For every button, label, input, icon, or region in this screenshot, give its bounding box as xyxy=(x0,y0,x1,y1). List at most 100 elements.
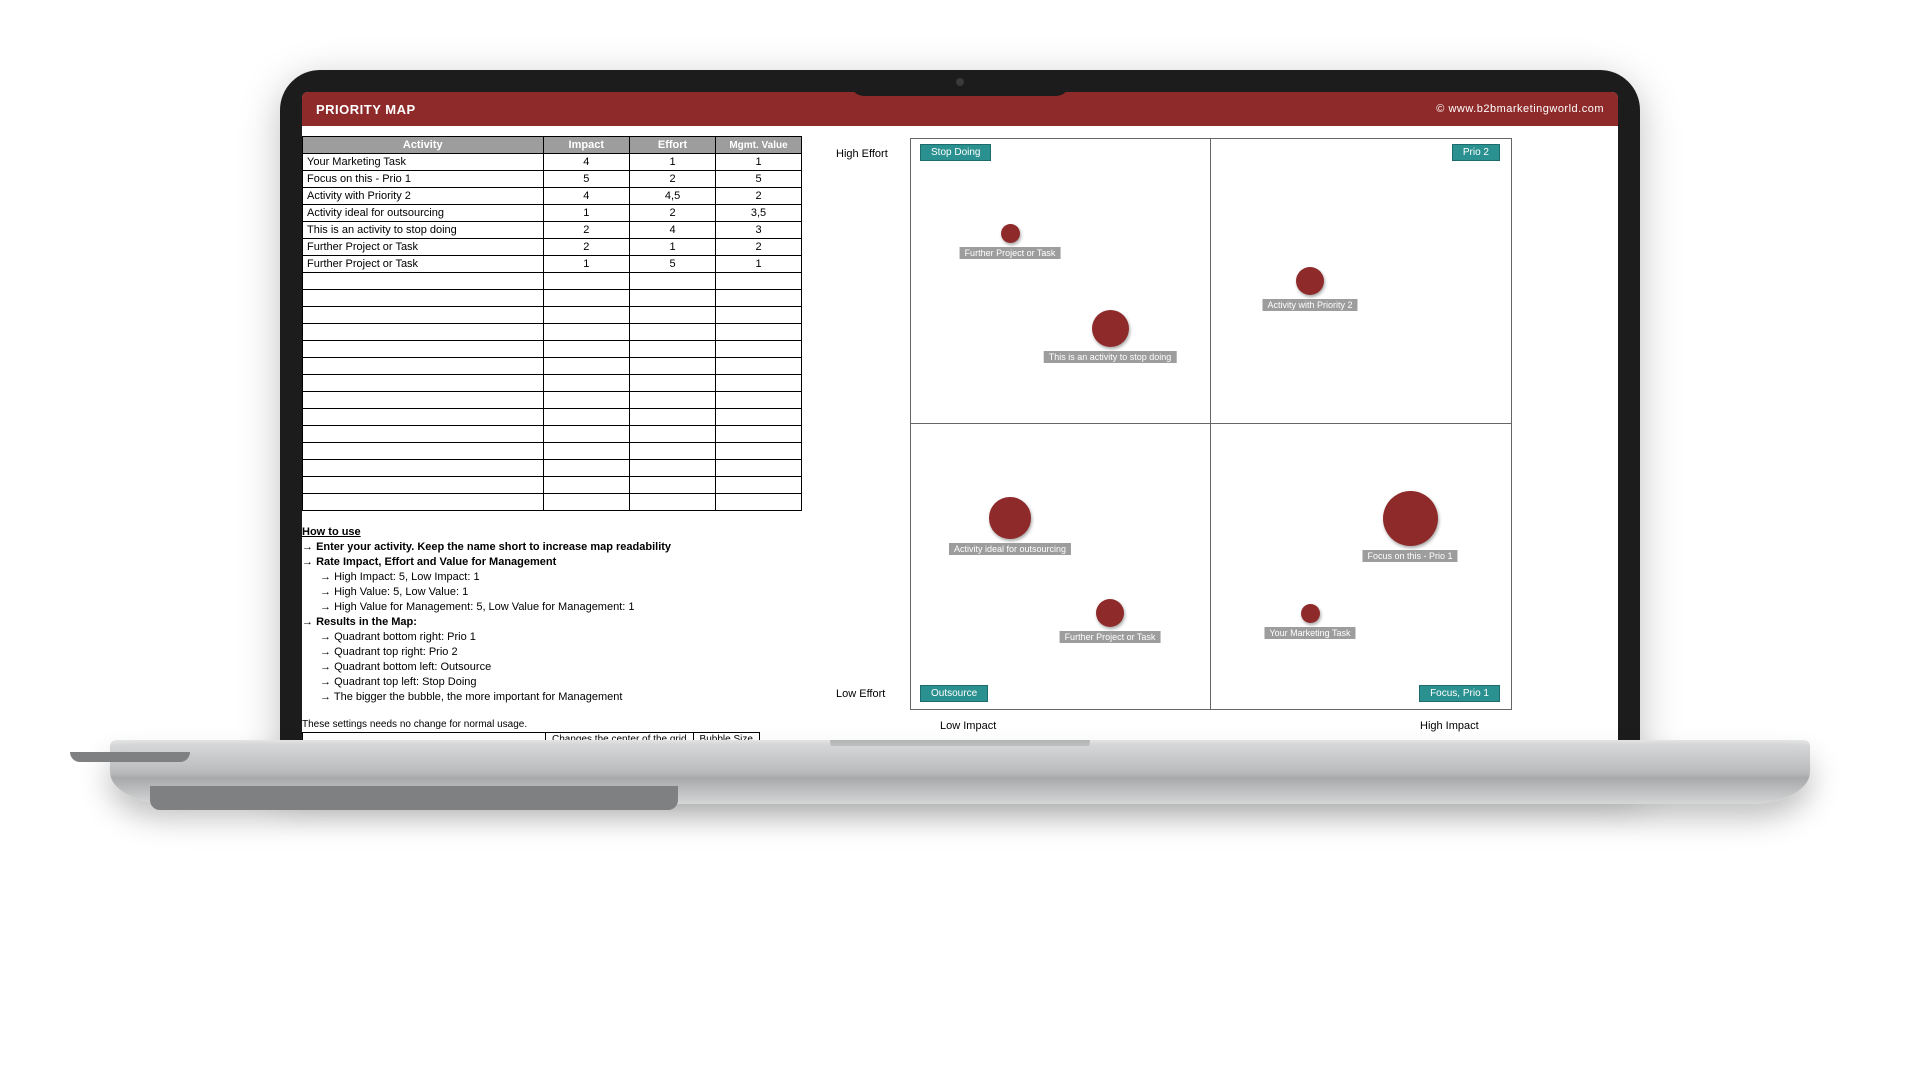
table-row[interactable]: Further Project or Task151 xyxy=(303,256,802,273)
howto-line: Quadrant bottom left: Outsource xyxy=(302,660,822,675)
howto-line: Quadrant top left: Stop Doing xyxy=(302,675,822,690)
quadrant-outsource xyxy=(910,423,1212,710)
howto-line: Quadrant top right: Prio 2 xyxy=(302,645,822,660)
cell-activity[interactable]: This is an activity to stop doing xyxy=(303,222,544,239)
cell-value[interactable]: 5 xyxy=(716,171,802,188)
col-effort: Effort xyxy=(630,137,716,154)
axis-low-effort: Low Effort xyxy=(836,688,885,700)
cell-activity[interactable]: Further Project or Task xyxy=(303,256,544,273)
laptop-screen-shell: PRIORITY MAP © www.b2bmarketingworld.com… xyxy=(280,70,1640,786)
bubble[interactable] xyxy=(989,497,1031,539)
cell-activity[interactable]: Your Marketing Task xyxy=(303,154,544,171)
site-credit: © www.b2bmarketingworld.com xyxy=(1436,103,1604,115)
cell-effort[interactable]: 4,5 xyxy=(630,188,716,205)
app: PRIORITY MAP © www.b2bmarketingworld.com… xyxy=(302,92,1618,764)
howto-line: Enter your activity. Keep the name short… xyxy=(302,540,822,555)
cell-activity[interactable]: Focus on this - Prio 1 xyxy=(303,171,544,188)
quadrant-prio2 xyxy=(1210,138,1512,425)
cell-effort[interactable]: 5 xyxy=(630,256,716,273)
cell-activity[interactable]: Activity with Priority 2 xyxy=(303,188,544,205)
table-row[interactable] xyxy=(303,324,802,341)
bubble[interactable] xyxy=(1096,599,1124,627)
table-row[interactable] xyxy=(303,409,802,426)
bubble[interactable] xyxy=(1092,310,1129,347)
cell-activity[interactable]: Activity ideal for outsourcing xyxy=(303,205,544,222)
cell-impact[interactable]: 5 xyxy=(543,171,630,188)
cell-value[interactable]: 1 xyxy=(716,256,802,273)
qlabel-outsource: Outsource xyxy=(920,685,988,702)
table-row[interactable]: Activity ideal for outsourcing123,5 xyxy=(303,205,802,222)
cell-activity[interactable]: Further Project or Task xyxy=(303,239,544,256)
axis-high-effort: High Effort xyxy=(836,148,888,160)
settings-note: These settings needs no change for norma… xyxy=(302,719,822,730)
table-row[interactable]: Activity with Priority 244,52 xyxy=(303,188,802,205)
table-row[interactable] xyxy=(303,307,802,324)
cell-impact[interactable]: 4 xyxy=(543,154,630,171)
bubble-label: Further Project or Task xyxy=(960,247,1061,259)
cell-value[interactable]: 2 xyxy=(716,239,802,256)
howto-line: Results in the Map: xyxy=(302,615,822,630)
table-row[interactable]: Focus on this - Prio 1525 xyxy=(303,171,802,188)
right-pane: High Effort Low Effort Low Impact High I… xyxy=(830,126,1618,764)
camera-icon xyxy=(956,78,964,86)
table-row[interactable]: Further Project or Task212 xyxy=(303,239,802,256)
howto-line: High Value: 5, Low Value: 1 xyxy=(302,585,822,600)
bubble[interactable] xyxy=(1301,604,1320,623)
table-row[interactable] xyxy=(303,443,802,460)
app-body: Activity Impact Effort Mgmt. Value Your … xyxy=(302,126,1618,764)
table-row[interactable]: Your Marketing Task411 xyxy=(303,154,802,171)
cell-impact[interactable]: 2 xyxy=(543,222,630,239)
cell-value[interactable]: 3 xyxy=(716,222,802,239)
quadrant-prio1 xyxy=(1210,423,1512,710)
cell-effort[interactable]: 4 xyxy=(630,222,716,239)
cell-effort[interactable]: 2 xyxy=(630,205,716,222)
laptop-mockup: PRIORITY MAP © www.b2bmarketingworld.com… xyxy=(280,70,1640,860)
table-row[interactable] xyxy=(303,273,802,290)
col-value: Mgmt. Value xyxy=(716,137,802,154)
bubble-label: Focus on this - Prio 1 xyxy=(1362,550,1457,562)
qlabel-prio1: Focus, Prio 1 xyxy=(1419,685,1500,702)
table-row[interactable] xyxy=(303,494,802,511)
bubble[interactable] xyxy=(1001,224,1020,243)
left-pane: Activity Impact Effort Mgmt. Value Your … xyxy=(302,126,830,764)
table-row[interactable] xyxy=(303,375,802,392)
qlabel-stop-doing: Stop Doing xyxy=(920,144,991,161)
cell-impact[interactable]: 2 xyxy=(543,239,630,256)
cell-impact[interactable]: 4 xyxy=(543,188,630,205)
table-row[interactable] xyxy=(303,341,802,358)
cell-effort[interactable]: 2 xyxy=(630,171,716,188)
howto-line: Quadrant bottom right: Prio 1 xyxy=(302,630,822,645)
cell-effort[interactable]: 1 xyxy=(630,154,716,171)
table-row[interactable] xyxy=(303,477,802,494)
cell-value[interactable]: 3,5 xyxy=(716,205,802,222)
howto-line: High Value for Management: 5, Low Value … xyxy=(302,600,822,615)
table-row[interactable]: This is an activity to stop doing243 xyxy=(303,222,802,239)
laptop-foot xyxy=(70,752,190,762)
cell-impact[interactable]: 1 xyxy=(543,205,630,222)
bubble[interactable] xyxy=(1296,267,1324,295)
cell-impact[interactable]: 1 xyxy=(543,256,630,273)
page-title: PRIORITY MAP xyxy=(316,102,416,117)
table-row[interactable] xyxy=(303,290,802,307)
axis-low-impact: Low Impact xyxy=(940,720,996,732)
activity-table[interactable]: Activity Impact Effort Mgmt. Value Your … xyxy=(302,136,802,511)
table-row[interactable] xyxy=(303,358,802,375)
bubble[interactable] xyxy=(1383,491,1438,546)
app-header: PRIORITY MAP © www.b2bmarketingworld.com xyxy=(302,92,1618,126)
table-row[interactable] xyxy=(303,426,802,443)
bubble-label: Activity ideal for outsourcing xyxy=(949,543,1071,555)
how-to-use: How to use Enter your activity. Keep the… xyxy=(302,525,822,705)
col-activity: Activity xyxy=(303,137,544,154)
laptop-screen: PRIORITY MAP © www.b2bmarketingworld.com… xyxy=(302,92,1618,764)
col-impact: Impact xyxy=(543,137,630,154)
howto-line: Rate Impact, Effort and Value for Manage… xyxy=(302,555,822,570)
table-row[interactable] xyxy=(303,392,802,409)
cell-value[interactable]: 1 xyxy=(716,154,802,171)
cell-value[interactable]: 2 xyxy=(716,188,802,205)
laptop-foot xyxy=(150,786,678,810)
priority-chart: Stop Doing Prio 2 Outsource Focus, Prio … xyxy=(910,138,1510,708)
cell-effort[interactable]: 1 xyxy=(630,239,716,256)
table-row[interactable] xyxy=(303,460,802,477)
stage: PRIORITY MAP © www.b2bmarketingworld.com… xyxy=(0,0,1920,1080)
howto-line: The bigger the bubble, the more importan… xyxy=(302,690,822,705)
